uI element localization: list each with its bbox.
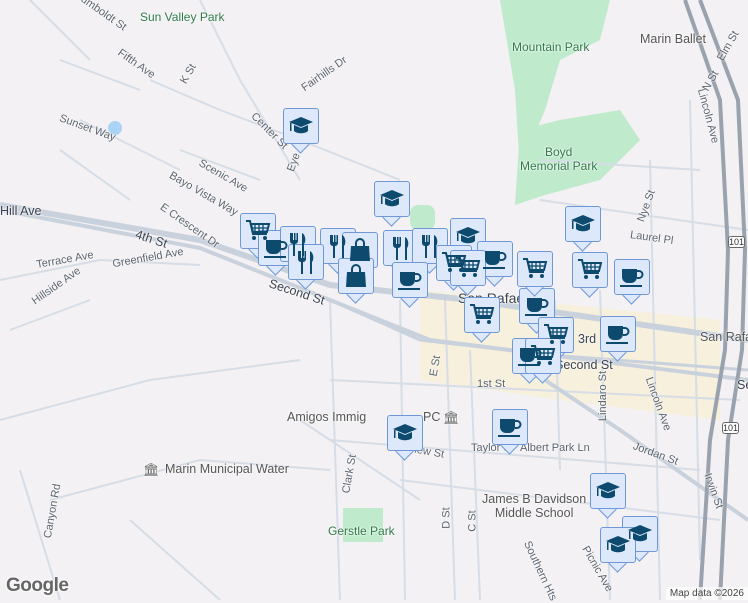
map-marker-cart[interactable] (464, 297, 500, 343)
map-marker-cup[interactable] (492, 409, 528, 455)
park-label-sun-valley: Sun Valley Park (140, 10, 225, 24)
cutlery-icon (326, 233, 350, 259)
cutlery-icon (389, 235, 413, 261)
map-marker-cup[interactable] (392, 262, 428, 308)
map-marker-cup[interactable] (600, 316, 636, 362)
poi-amigos[interactable]: Amigos Immig (287, 410, 366, 424)
map-marker-cart[interactable] (525, 338, 561, 384)
bag-icon (348, 237, 372, 263)
cart-icon (530, 344, 556, 368)
street-label: Se (737, 378, 748, 392)
bag-icon (344, 263, 368, 289)
cup-icon (497, 416, 523, 438)
cup-icon (605, 323, 631, 345)
cart-icon (455, 256, 481, 280)
map-attribution[interactable]: Map data ©2026 (665, 587, 748, 600)
map-marker-school[interactable] (387, 415, 423, 461)
map-marker-school[interactable] (600, 527, 636, 573)
cart-icon (469, 303, 495, 327)
map-marker-school[interactable] (590, 473, 626, 519)
map-marker-school[interactable] (565, 206, 601, 252)
cup-icon (397, 269, 423, 291)
street-label: Lindaro St (597, 370, 610, 422)
map-marker-cutlery[interactable] (288, 244, 324, 290)
cart-icon (577, 258, 603, 282)
map-marker-cup[interactable] (614, 259, 650, 305)
cup-icon (524, 295, 550, 317)
government-icon: 🏛 (443, 410, 460, 425)
poi-marin-ballet[interactable]: Marin Ballet (640, 32, 706, 46)
map-marker-school[interactable] (283, 108, 319, 154)
map-marker-cart[interactable] (517, 251, 553, 297)
school-icon (595, 480, 621, 502)
government-icon: 🏛 (143, 462, 160, 477)
street-label: 3rd (578, 332, 597, 346)
street-label: C St (466, 510, 479, 532)
poi-amigos-suffix: PC (423, 410, 441, 424)
cup-icon (619, 266, 645, 288)
school-icon (392, 422, 418, 444)
highway-shield: 101 (722, 422, 740, 434)
street-label: 1st St (477, 378, 506, 390)
cart-icon (522, 257, 548, 281)
map-marker-cart[interactable] (450, 250, 486, 296)
street-label: D St (440, 507, 453, 529)
poi-marin-municipal-water[interactable]: Marin Municipal Water (165, 462, 289, 476)
poi-davidson-school[interactable]: James B Davidson Middle School (482, 492, 586, 520)
school-icon (605, 534, 631, 556)
street-label: Albert Park Ln (520, 442, 590, 454)
park-label-gerstle: Gerstle Park (328, 524, 395, 538)
highway-shield: 101 (728, 236, 746, 248)
street-label: Hill Ave (0, 204, 42, 218)
transit-station-label[interactable]: San Rafael (700, 330, 748, 344)
cutlery-icon (294, 249, 318, 275)
school-icon (379, 188, 405, 210)
cutlery-icon (418, 233, 442, 259)
school-icon (455, 225, 481, 247)
cup-icon (482, 248, 508, 270)
small-park (410, 205, 435, 230)
park-label-boyd: Boyd Memorial Park (520, 145, 598, 173)
park-label-mountain: Mountain Park (512, 40, 590, 54)
map-marker-bag[interactable] (338, 258, 374, 304)
map-marker-school[interactable] (374, 181, 410, 227)
map-marker-cart[interactable] (572, 252, 608, 298)
school-icon (570, 213, 596, 235)
school-icon (288, 115, 314, 137)
google-logo[interactable]: Google (6, 575, 69, 597)
